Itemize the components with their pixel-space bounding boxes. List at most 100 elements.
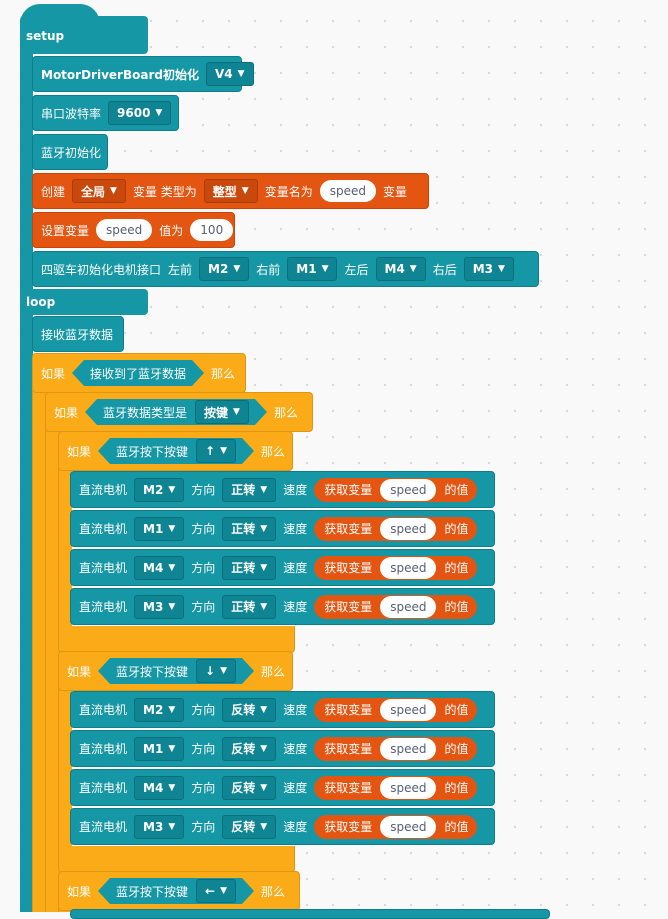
dc-motor-block[interactable]: 直流电机 M3 ▼ 方向 正转 ▼ 速度 获取变量 speed 的值 <box>70 588 495 625</box>
speed-label: 速度 <box>283 600 308 614</box>
get-variable-reporter[interactable]: 获取变量 speed 的值 <box>314 814 477 839</box>
motor-block-partial[interactable] <box>70 909 550 919</box>
get-variable-reporter[interactable]: 获取变量 speed 的值 <box>314 775 477 800</box>
receive-bluetooth-block[interactable]: 接收蓝牙数据 <box>32 316 124 352</box>
board-init-block[interactable]: MotorDriverBoard初始化 V4 ▼ <box>32 56 254 92</box>
set-var-name-input[interactable]: speed <box>96 219 153 241</box>
type-value: 整型 <box>212 184 237 199</box>
key-down-condition[interactable]: 蓝牙按下按键 ↓ ▼ <box>98 658 254 684</box>
direction-dropdown[interactable]: 反转 ▼ <box>222 775 277 800</box>
dropdown-caret-icon: ▼ <box>321 264 329 274</box>
variable-name-input[interactable]: speed <box>380 595 437 618</box>
board-version-dropdown[interactable]: V4 ▼ <box>205 62 254 86</box>
bluetooth-init-block[interactable]: 蓝牙初始化 <box>32 134 108 170</box>
if-label: 如果 <box>54 405 79 420</box>
dropdown-caret-icon: ▼ <box>233 264 241 274</box>
data-type-condition[interactable]: 蓝牙数据类型是 按键 ▼ <box>85 399 267 425</box>
key-up-condition[interactable]: 蓝牙按下按键 ↑ ▼ <box>98 438 254 464</box>
variable-name-input[interactable]: speed <box>380 517 437 540</box>
motor-port-dropdown[interactable]: M1 ▼ <box>134 736 185 761</box>
cond-received-label: 接收到了蓝牙数据 <box>90 366 187 381</box>
direction-label: 方向 <box>191 820 216 834</box>
if-key-up-block[interactable]: 如果 蓝牙按下按键 ↑ ▼ 那么 <box>58 431 293 471</box>
variable-name-input[interactable]: speed <box>380 698 437 721</box>
dc-motor-block[interactable]: 直流电机 M3 ▼ 方向 反转 ▼ 速度 获取变量 speed 的值 <box>70 808 495 845</box>
loop-label: loop <box>26 295 56 309</box>
key-dropdown[interactable]: ↑ ▼ <box>196 439 236 463</box>
motor-port-dropdown[interactable]: M3 ▼ <box>134 814 185 839</box>
get-variable-reporter[interactable]: 获取变量 speed 的值 <box>314 736 477 761</box>
get-variable-reporter[interactable]: 获取变量 speed 的值 <box>314 594 477 619</box>
rear-left-dropdown[interactable]: M4 ▼ <box>375 257 426 281</box>
then-label: 那么 <box>261 884 286 899</box>
get-variable-label: 获取变量 <box>324 561 373 575</box>
dropdown-caret-icon: ▼ <box>168 562 176 573</box>
dc-motor-block[interactable]: 直流电机 M1 ▼ 方向 反转 ▼ 速度 获取变量 speed 的值 <box>70 730 495 767</box>
direction-value: 正转 <box>231 483 256 497</box>
front-left-dropdown[interactable]: M2 ▼ <box>199 257 250 281</box>
baud-rate-dropdown[interactable]: 9600 ▼ <box>108 101 172 125</box>
motor-interface-init-block[interactable]: 四驱车初始化电机接口 左前 M2 ▼ 右前 M1 ▼ 左后 M4 ▼ 右后 M3 ▼ <box>32 251 539 287</box>
then-label: 那么 <box>273 405 298 420</box>
then-label: 那么 <box>261 444 286 459</box>
direction-dropdown[interactable]: 正转 ▼ <box>222 516 277 541</box>
rear-right-dropdown[interactable]: M3 ▼ <box>463 257 514 281</box>
speed-label: 速度 <box>283 703 308 717</box>
dropdown-caret-icon: ▼ <box>233 407 240 417</box>
dc-motor-block[interactable]: 直流电机 M1 ▼ 方向 正转 ▼ 速度 获取变量 speed 的值 <box>70 510 495 547</box>
direction-dropdown[interactable]: 正转 ▼ <box>222 594 277 619</box>
if-key-down-bottom <box>58 846 295 873</box>
variable-name-input[interactable]: speed <box>380 556 437 579</box>
dc-motor-block[interactable]: 直流电机 M2 ▼ 方向 正转 ▼ 速度 获取变量 speed 的值 <box>70 471 495 508</box>
direction-value: 反转 <box>231 781 256 795</box>
if-label: 如果 <box>67 444 92 459</box>
direction-dropdown[interactable]: 正转 ▼ <box>222 555 277 580</box>
motor-port-dropdown[interactable]: M1 ▼ <box>134 516 185 541</box>
direction-dropdown[interactable]: 反转 ▼ <box>222 736 277 761</box>
data-type-dropdown[interactable]: 按键 ▼ <box>195 400 249 424</box>
get-variable-reporter[interactable]: 获取变量 speed 的值 <box>314 516 477 541</box>
get-variable-reporter[interactable]: 获取变量 speed 的值 <box>314 477 477 502</box>
value-label: 值为 <box>159 223 184 238</box>
direction-dropdown[interactable]: 反转 ▼ <box>222 697 277 722</box>
dropdown-caret-icon: ▼ <box>260 484 268 495</box>
dc-motor-block[interactable]: 直流电机 M4 ▼ 方向 正转 ▼ 速度 获取变量 speed 的值 <box>70 549 495 586</box>
scope-dropdown[interactable]: 全局 ▼ <box>72 179 126 203</box>
variable-name-input[interactable]: speed <box>380 776 437 799</box>
direction-dropdown[interactable]: 反转 ▼ <box>222 814 277 839</box>
type-dropdown[interactable]: 整型 ▼ <box>203 179 258 203</box>
if-received-block[interactable]: 如果 接收到了蓝牙数据 那么 <box>32 353 246 393</box>
direction-dropdown[interactable]: 正转 ▼ <box>222 477 277 502</box>
dropdown-caret-icon: ▼ <box>260 562 268 573</box>
if-data-type-block[interactable]: 如果 蓝牙数据类型是 按键 ▼ 那么 <box>45 392 313 432</box>
var-name-input[interactable]: speed <box>319 180 376 202</box>
bluetooth-init-label: 蓝牙初始化 <box>41 145 102 160</box>
front-right-dropdown[interactable]: M1 ▼ <box>287 257 338 281</box>
variable-name-input[interactable]: speed <box>380 737 437 760</box>
motor-port-dropdown[interactable]: M2 ▼ <box>134 697 185 722</box>
dc-motor-block[interactable]: 直流电机 M2 ▼ 方向 反转 ▼ 速度 获取变量 speed 的值 <box>70 691 495 728</box>
key-pressed-label: 蓝牙按下按键 <box>116 884 189 899</box>
motor-port-dropdown[interactable]: M3 ▼ <box>134 594 185 619</box>
motor-port-dropdown[interactable]: M2 ▼ <box>134 477 185 502</box>
serial-baud-block[interactable]: 串口波特率 9600 ▼ <box>32 95 179 131</box>
key-dropdown[interactable]: ← ▼ <box>196 879 236 903</box>
key-left-condition[interactable]: 蓝牙按下按键 ← ▼ <box>98 878 254 904</box>
set-variable-block[interactable]: 设置变量 speed 值为 100 <box>32 212 235 248</box>
if-key-down-block[interactable]: 如果 蓝牙按下按键 ↓ ▼ 那么 <box>58 651 293 691</box>
motor-port-dropdown[interactable]: M4 ▼ <box>134 555 185 580</box>
variable-name-input[interactable]: speed <box>380 478 437 501</box>
if-key-left-block[interactable]: 如果 蓝牙按下按键 ← ▼ 那么 <box>58 871 300 911</box>
get-variable-reporter[interactable]: 获取变量 speed 的值 <box>314 555 477 580</box>
dc-motor-block[interactable]: 直流电机 M4 ▼ 方向 反转 ▼ 速度 获取变量 speed 的值 <box>70 769 495 806</box>
set-var-value-input[interactable]: 100 <box>190 219 234 241</box>
up-arrow-icon: ↑ <box>205 444 216 458</box>
get-variable-reporter[interactable]: 获取变量 speed 的值 <box>314 697 477 722</box>
bluetooth-received-condition[interactable]: 接收到了蓝牙数据 <box>72 360 204 386</box>
direction-value: 反转 <box>231 742 256 756</box>
dc-motor-label: 直流电机 <box>79 703 128 717</box>
create-variable-block[interactable]: 创建 全局 ▼ 变量 类型为 整型 ▼ 变量名为 speed 变量 <box>32 173 429 209</box>
variable-name-input[interactable]: speed <box>380 815 437 838</box>
motor-port-dropdown[interactable]: M4 ▼ <box>134 775 185 800</box>
key-dropdown[interactable]: ↓ ▼ <box>196 659 236 683</box>
